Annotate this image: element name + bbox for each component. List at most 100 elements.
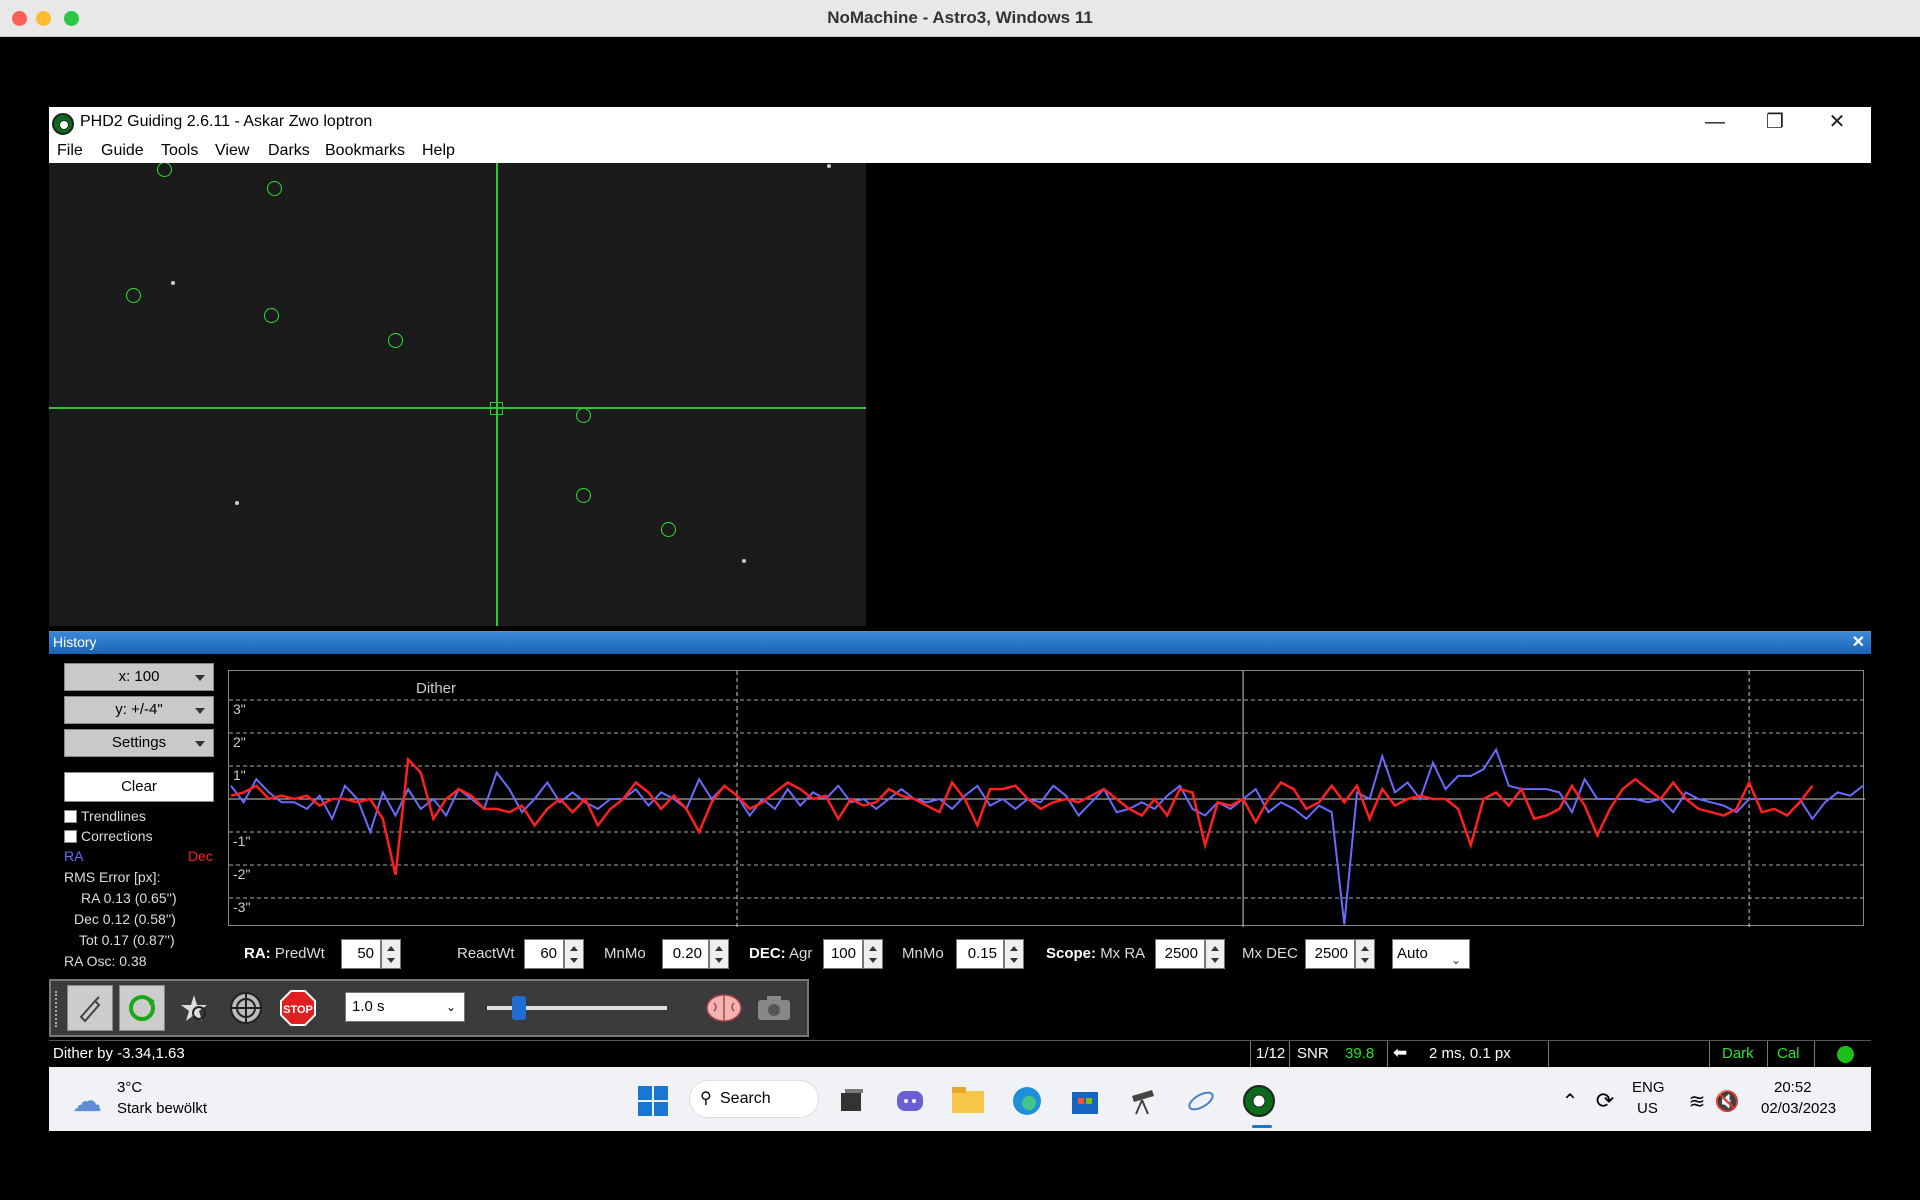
spinner-arrows-icon[interactable] [1205,939,1225,969]
y-tick-label: 1" [233,767,246,783]
menu-bookmarks[interactable]: Bookmarks [325,142,405,160]
gear-connect-icon[interactable] [67,985,113,1031]
phd2-taskbar-icon[interactable] [1241,1083,1277,1119]
agr-value[interactable]: 100 [823,939,863,969]
mxdec-label: Mx DEC [1242,945,1298,962]
telescope-app-icon[interactable] [1125,1083,1161,1119]
menu-guide[interactable]: Guide [101,142,144,160]
predwt-label: PredWt [274,945,325,962]
guide-graph[interactable]: 3" 2" 1" -1" -2" -3" Dither [228,670,1865,927]
spinner-arrows-icon[interactable] [564,939,584,969]
ms-store-icon[interactable] [1067,1083,1103,1119]
predwt-value[interactable]: 50 [341,939,381,969]
language-code[interactable]: ENG [1632,1079,1665,1096]
windows-start-icon[interactable] [635,1083,671,1119]
remote-window-title: NoMachine - Astro3, Windows 11 [827,8,1093,27]
clock-date[interactable]: 02/03/2023 [1761,1100,1836,1117]
mxra-value[interactable]: 2500 [1155,939,1205,969]
clock-time[interactable]: 20:52 [1774,1079,1812,1096]
toolbar-grip[interactable] [55,991,59,1027]
spinner-arrows-icon[interactable] [381,939,401,969]
status-separator [1387,1041,1388,1067]
teams-chat-icon[interactable] [892,1083,928,1119]
volume-muted-icon[interactable]: 🔇 [1709,1083,1745,1119]
guide-direction-icon: ⬅ [1393,1043,1408,1062]
spinner-arrows-icon[interactable] [863,939,883,969]
ra-param-label: RA: PredWt [244,945,325,962]
file-explorer-icon[interactable] [950,1083,986,1119]
spinner-arrows-icon[interactable] [1004,939,1024,969]
menu-darks[interactable]: Darks [268,142,310,160]
close-icon[interactable]: ✕ [1807,109,1867,137]
weather-cloud-icon[interactable]: ☁ [69,1083,105,1119]
mnmo-dec-value[interactable]: 0.15 [956,939,1004,969]
star [171,281,175,285]
corrections-checkbox[interactable]: Corrections [64,828,153,844]
frame-count: 1/12 [1256,1045,1286,1062]
gamma-slider[interactable] [477,990,677,1026]
trendlines-checkbox[interactable]: Trendlines [64,808,146,824]
scope-mode-select[interactable]: Auto ⌄ [1392,939,1470,969]
crosshair-horizontal [49,407,866,409]
menu-file[interactable]: File [57,142,83,160]
search-icon: ⚲ [700,1090,712,1107]
exposure-select[interactable]: 1.0 s ⌄ [345,992,465,1022]
menu-tools[interactable]: Tools [161,142,198,160]
restore-icon[interactable]: ❐ [1745,109,1805,137]
edge-browser-icon[interactable] [1009,1083,1045,1119]
star-marker [388,333,403,348]
cal-indicator: Cal [1777,1045,1800,1062]
checkbox-box[interactable] [64,810,77,823]
x-scale-dropdown[interactable]: x: 100 [64,663,214,691]
stop-icon[interactable]: STOP [275,985,321,1031]
guide-target-icon[interactable] [223,985,269,1031]
language-region[interactable]: US [1637,1100,1658,1117]
history-close-icon[interactable]: ✕ [1852,632,1865,652]
weather-desc[interactable]: Stark bewölkt [117,1100,207,1117]
status-separator [1289,1041,1290,1067]
rms-ra: RA 0.13 (0.65'') [81,890,177,906]
camera-view[interactable] [49,163,866,626]
menu-help[interactable]: Help [422,142,455,160]
agr-label: Agr [789,945,813,962]
camera-settings-icon[interactable] [751,985,797,1031]
sync-icon[interactable]: ⟳ [1587,1083,1623,1119]
chevron-down-icon [195,741,205,747]
spinner-arrows-icon[interactable] [1355,939,1375,969]
star-marker [157,163,172,177]
star [235,501,239,505]
y-tick-label: -3" [233,899,250,915]
y-tick-label: 3" [233,701,246,717]
brain-settings-icon[interactable] [701,985,747,1031]
x-scale-label: x: 100 [118,668,160,685]
loop-exposure-icon[interactable] [119,985,165,1031]
taskbar-search[interactable]: ⚲ Search [689,1080,819,1118]
lock-position-marker [490,402,503,415]
dec-legend: Dec [188,848,213,864]
y-tick-label: 2" [233,734,246,750]
guide-pulse-info: 2 ms, 0.1 px [1429,1045,1511,1062]
planetarium-app-icon[interactable] [1183,1083,1219,1119]
mnmo-ra-value[interactable]: 0.20 [662,939,709,969]
history-title: History [53,634,97,650]
chevron-down-icon [195,708,205,714]
menu-view[interactable]: View [215,142,249,160]
spinner-arrows-icon[interactable] [709,939,729,969]
checkbox-box[interactable] [64,830,77,843]
star-marker [661,522,676,537]
slider-thumb[interactable] [512,996,526,1020]
mxdec-value[interactable]: 2500 [1305,939,1355,969]
reactwt-value[interactable]: 60 [524,939,564,969]
clear-button[interactable]: Clear [64,772,214,802]
minimize-icon[interactable]: — [1685,109,1745,137]
weather-temp[interactable]: 3°C [117,1079,142,1096]
chevron-up-icon[interactable]: ⌃ [1552,1083,1588,1119]
windows-taskbar: ☁ 3°C Stark bewölkt ⚲ Search ⌃ ⟳ ENG US ≋… [49,1067,1871,1131]
settings-dropdown[interactable]: Settings [64,729,214,757]
auto-select-star-icon[interactable] [171,985,217,1031]
task-view-icon[interactable] [834,1083,870,1119]
mnmo-dec-label: MnMo [902,945,944,962]
reactwt-label: ReactWt [457,945,515,962]
y-scale-dropdown[interactable]: y: +/-4" [64,696,214,724]
dither-label: Dither [416,680,456,697]
